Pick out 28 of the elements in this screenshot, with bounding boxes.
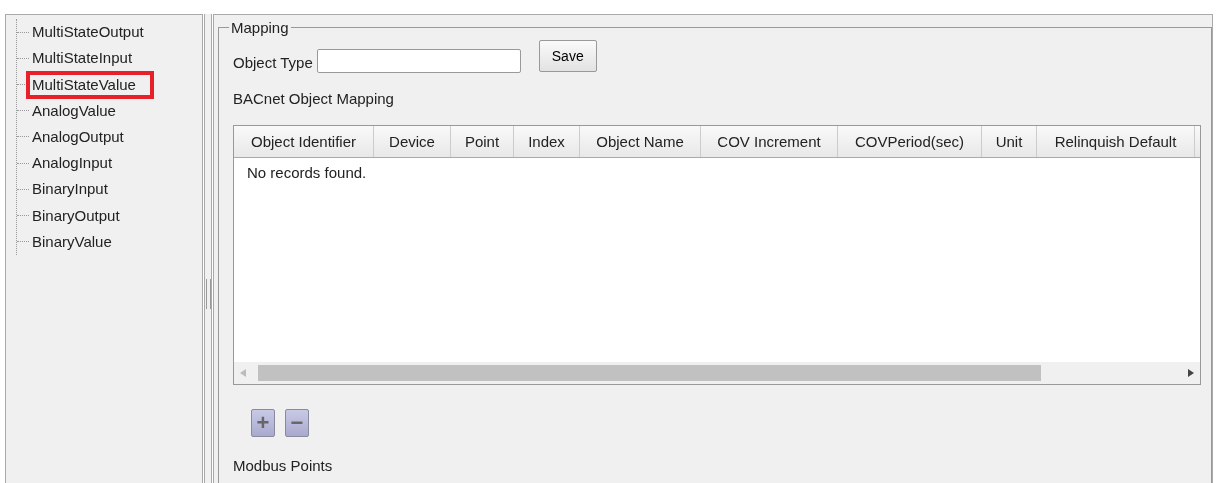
tree-item[interactable]: AnalogInput <box>30 153 127 174</box>
column-header[interactable]: COV Increment <box>701 126 838 157</box>
field-label: Object Type <box>233 54 313 71</box>
tree-item[interactable]: BinaryOutput <box>30 205 134 226</box>
tree-item[interactable]: MultiStateInput <box>30 48 147 69</box>
tree-item[interactable]: AnalogOutput <box>30 127 138 147</box>
column-header[interactable]: Relinquish Default <box>1037 126 1195 157</box>
column-header[interactable]: Object Identifier <box>234 126 374 157</box>
horizontal-scrollbar[interactable] <box>234 362 1200 384</box>
object-type-field[interactable] <box>316 49 521 73</box>
section-title: BACnet Object Mapping <box>233 90 395 107</box>
column-header[interactable]: Point <box>451 126 514 157</box>
empty-message: No records found. <box>247 164 367 181</box>
tree-item[interactable]: BinaryValue <box>30 231 126 252</box>
tree-item[interactable]: MultiStateOutput <box>30 22 158 43</box>
column-header[interactable]: Index <box>514 126 580 157</box>
tree-item[interactable]: BinaryInput <box>30 179 122 200</box>
column-header[interactable]: Object Name <box>580 126 701 157</box>
group-title: Mapping <box>230 19 290 36</box>
tree-item[interactable]: AnalogValue <box>30 100 130 121</box>
column-header[interactable]: Device <box>374 126 451 157</box>
splitter[interactable] <box>204 14 212 483</box>
scroll-left-icon[interactable] <box>240 369 246 377</box>
scroll-right-icon[interactable] <box>1188 369 1194 377</box>
column-header[interactable]: COVPeriod(sec) <box>838 126 982 157</box>
section-title: Modbus Points <box>233 457 334 474</box>
save-button[interactable]: Save <box>538 40 597 72</box>
column-header[interactable]: Unit <box>982 126 1037 157</box>
